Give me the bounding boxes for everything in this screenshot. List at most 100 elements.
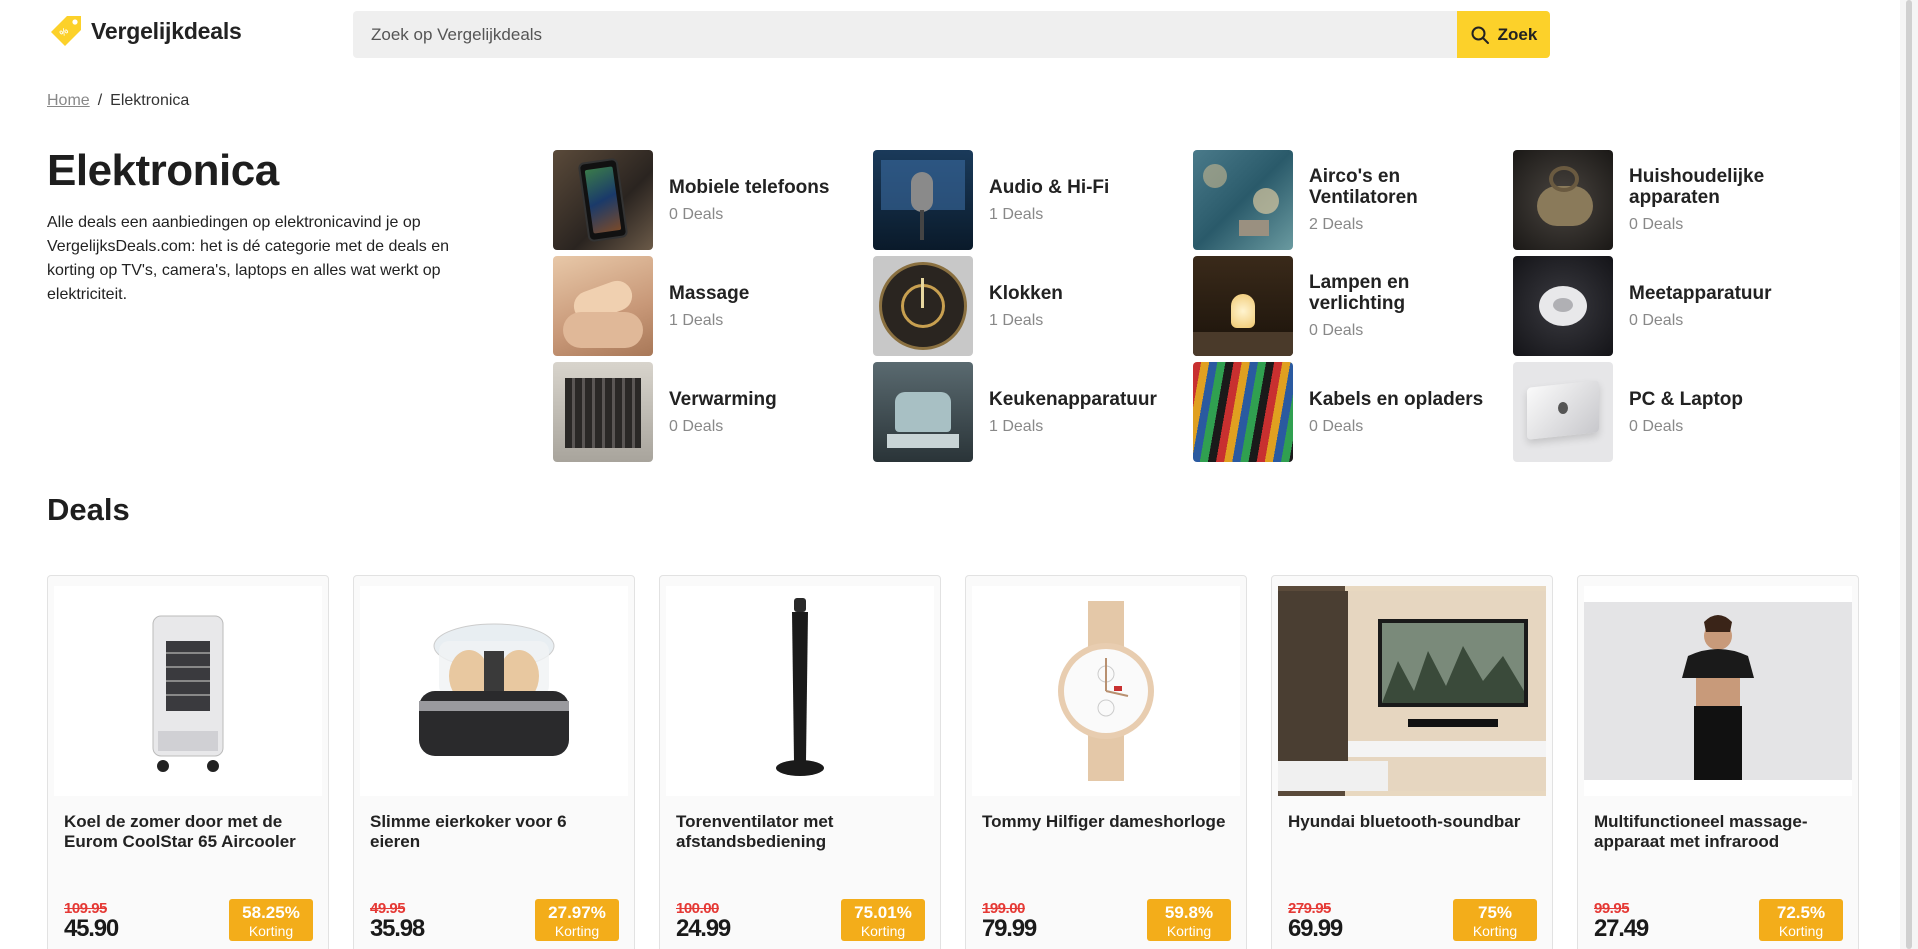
discount-badge: 75% Korting [1453, 899, 1537, 941]
tower-fan-image-icon [666, 586, 934, 796]
deal-new-price: 45.90 [64, 915, 119, 942]
category-name: Audio & Hi-Fi [989, 176, 1110, 198]
discount-badge: 27.97% Korting [535, 899, 619, 941]
search-bar: Zoek [353, 11, 1550, 58]
radiator-photo-icon [553, 362, 653, 462]
breadcrumb-current: Elektronica [110, 92, 190, 109]
mixer-photo-icon [873, 362, 973, 462]
cables-photo-icon [1193, 362, 1293, 462]
discount-percentage: 75.01% [854, 903, 912, 922]
discount-label: Korting [860, 923, 906, 939]
category-kabels-opladers[interactable]: Kabels en opladers 0 Deals [1193, 362, 1513, 462]
breadcrumb: Home / Elektronica [47, 92, 189, 110]
logo-text: Vergelijkdeals [91, 17, 242, 44]
category-name: Keukenapparatuur [989, 388, 1157, 410]
subcategory-grid: Mobiele telefoons 0 Deals Audio & Hi-Fi … [553, 150, 1873, 462]
deal-new-price: 69.99 [1288, 915, 1343, 942]
category-deal-count: 0 Deals [1309, 322, 1364, 339]
category-mobiele-telefoons[interactable]: Mobiele telefoons 0 Deals [553, 150, 873, 250]
breadcrumb-separator: / [97, 92, 103, 109]
discount-badge: 59.8% Korting [1147, 899, 1231, 941]
vacuum-photo-icon [1513, 150, 1613, 250]
category-name: Airco's en Ventilatoren [1309, 166, 1418, 208]
microphone-photo-icon [873, 150, 973, 250]
clock-photo-icon [873, 256, 973, 356]
deal-title: Hyundai bluetooth-soundbar [1288, 812, 1521, 831]
soundbar-image-icon [1278, 586, 1546, 796]
category-name: Klokken [989, 282, 1063, 304]
discount-badge: 58.25% Korting [229, 899, 313, 941]
category-meetapparatuur[interactable]: Meetapparatuur 0 Deals [1513, 256, 1833, 356]
deal-title: Koel de zomer door met de Eurom CoolStar… [64, 812, 296, 851]
discount-label: Korting [1166, 923, 1212, 939]
price-tag-logo-icon: % [51, 16, 81, 46]
deal-card[interactable]: Tommy Hilfiger dameshorloge 199.00 79.99… [965, 575, 1247, 949]
category-massage[interactable]: Massage 1 Deals [553, 256, 873, 356]
discount-label: Korting [1778, 923, 1824, 939]
discount-badge: 75.01% Korting [841, 899, 925, 941]
deal-new-price: 79.99 [982, 915, 1037, 942]
category-deal-count: 0 Deals [1309, 417, 1364, 435]
category-name: PC & Laptop [1629, 388, 1743, 410]
lamp-photo-icon [1193, 256, 1293, 356]
category-name: Huishoudelijke apparaten [1629, 166, 1765, 208]
category-huishoudelijke-apparaten[interactable]: Huishoudelijke apparaten 0 Deals [1513, 150, 1833, 250]
massage-photo-icon [553, 256, 653, 356]
category-deal-count: 2 Deals [1309, 216, 1364, 233]
category-name: Verwarming [669, 388, 777, 410]
breadcrumb-home-link[interactable]: Home [47, 92, 90, 110]
category-deal-count: 0 Deals [669, 417, 724, 435]
deal-title: Multifunctioneel massage-apparaat met in… [1594, 812, 1808, 851]
deals-list: Koel de zomer door met de Eurom CoolStar… [47, 575, 1859, 949]
fan-photo-icon [1193, 150, 1293, 250]
category-deal-count: 1 Deals [989, 417, 1044, 435]
discount-badge: 72.5% Korting [1759, 899, 1843, 941]
deals-heading: Deals [47, 492, 130, 527]
category-name: Mobiele telefoons [669, 176, 830, 198]
search-button[interactable]: Zoek [1457, 11, 1550, 58]
search-icon [1471, 26, 1489, 44]
deal-card[interactable]: Koel de zomer door met de Eurom CoolStar… [47, 575, 329, 949]
discount-percentage: 75% [1477, 903, 1513, 922]
deal-card[interactable]: Hyundai bluetooth-soundbar 279.95 69.99 … [1271, 575, 1553, 949]
deal-title: Tommy Hilfiger dameshorloge [982, 812, 1226, 831]
deal-new-price: 35.98 [370, 915, 425, 942]
category-name: Kabels en opladers [1309, 388, 1484, 410]
category-name: Lampen en verlichting [1309, 272, 1410, 314]
category-deal-count: 0 Deals [1629, 216, 1684, 233]
discount-percentage: 27.97% [548, 903, 606, 922]
search-input[interactable] [353, 11, 1457, 58]
category-keukenapparatuur[interactable]: Keukenapparatuur 1 Deals [873, 362, 1193, 462]
category-verwarming[interactable]: Verwarming 0 Deals [553, 362, 873, 462]
search-button-label: Zoek [1497, 24, 1538, 44]
site-logo[interactable]: % Vergelijkdeals [47, 12, 242, 50]
deal-new-price: 24.99 [676, 915, 731, 942]
category-deal-count: 0 Deals [669, 205, 724, 223]
category-airco-ventilatoren[interactable]: Airco's en Ventilatoren 2 Deals [1193, 150, 1513, 250]
scrollbar-thumb[interactable] [1906, 0, 1912, 949]
deal-card[interactable]: Multifunctioneel massage-apparaat met in… [1577, 575, 1859, 949]
deal-title: Torenventilator met afstandsbediening [676, 812, 834, 851]
phone-photo-icon [553, 150, 653, 250]
category-klokken[interactable]: Klokken 1 Deals [873, 256, 1193, 356]
deal-card[interactable]: Slimme eierkoker voor 6 eieren 49.95 35.… [353, 575, 635, 949]
category-deal-count: 0 Deals [1629, 417, 1684, 435]
page-title: Elektronica [47, 146, 279, 195]
discount-percentage: 72.5% [1776, 903, 1826, 922]
deal-card[interactable]: Torenventilator met afstandsbediening 10… [659, 575, 941, 949]
category-audio-hifi[interactable]: Audio & Hi-Fi 1 Deals [873, 150, 1193, 250]
laptop-photo-icon [1513, 362, 1613, 462]
category-description: Alle deals een aanbiedingen op elektroni… [47, 214, 449, 303]
discount-label: Korting [248, 923, 294, 939]
category-pc-laptop[interactable]: PC & Laptop 0 Deals [1513, 362, 1833, 462]
category-lampen-verlichting[interactable]: Lampen en verlichting 0 Deals [1193, 256, 1513, 356]
deal-new-price: 27.49 [1594, 915, 1649, 942]
page-scrollbar[interactable] [1900, 0, 1918, 949]
site-header: % Vergelijkdeals Zoek [0, 0, 1900, 70]
category-deal-count: 0 Deals [1629, 311, 1684, 329]
discount-label: Korting [554, 923, 600, 939]
egg-cooker-image-icon [360, 586, 628, 796]
detector-photo-icon [1513, 256, 1613, 356]
watch-image-icon [972, 586, 1240, 796]
category-deal-count: 1 Deals [989, 311, 1044, 329]
